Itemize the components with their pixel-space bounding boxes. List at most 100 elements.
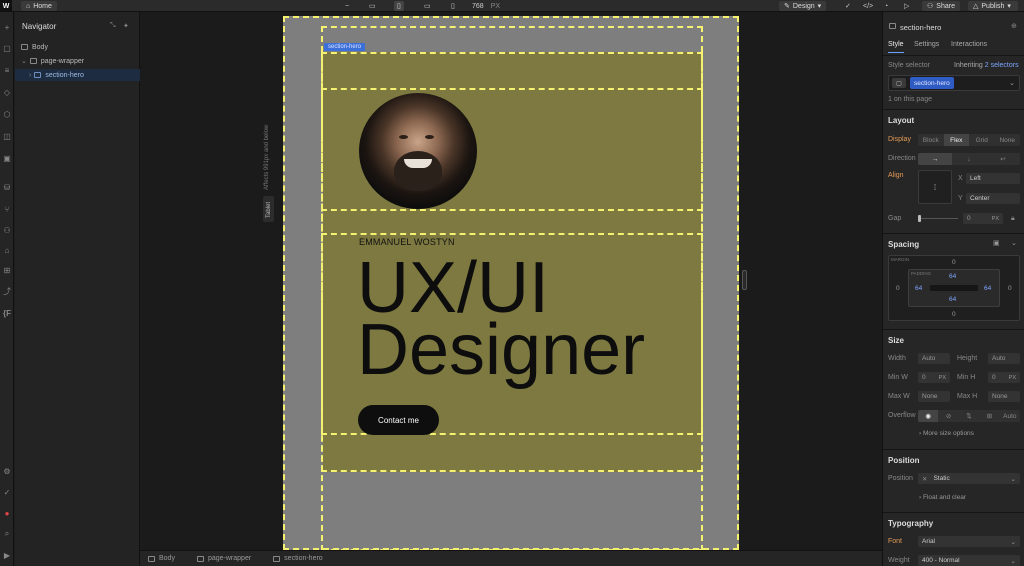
search-icon[interactable]: ⌕ — [2, 529, 12, 539]
gap-input[interactable]: 0 PX — [963, 213, 1003, 224]
display-option-grid[interactable]: Grid — [969, 134, 995, 146]
mobile-portrait-icon[interactable]: ▯ — [451, 0, 455, 12]
zoom-out-icon[interactable]: − — [345, 0, 349, 12]
padding-top-value[interactable]: 64 — [949, 273, 956, 280]
settings-gear-icon[interactable]: ⚙ — [2, 466, 12, 476]
lock-icon[interactable]: 🔒︎ — [1011, 215, 1015, 223]
overflow-clip-icon[interactable]: ⊞ — [979, 410, 999, 422]
direction-column-icon[interactable]: ↓ — [952, 153, 986, 165]
mobile-landscape-icon[interactable]: ▭ — [424, 0, 431, 12]
resize-handle[interactable] — [742, 270, 747, 290]
display-option-flex[interactable]: Flex — [943, 134, 969, 146]
margin-left-value[interactable]: 0 — [896, 285, 900, 292]
more-size-options[interactable]: › More size options — [919, 430, 974, 437]
overflow-auto-option[interactable]: Auto — [1000, 410, 1020, 422]
gap-slider-thumb[interactable] — [918, 215, 921, 222]
overflow-scroll-icon[interactable]: ⇅ — [959, 410, 979, 422]
layout-section-title[interactable]: Layout — [888, 116, 914, 125]
pages-icon[interactable]: ▢ — [2, 43, 12, 53]
direction-segmented[interactable]: → ↓ ↩ — [918, 153, 1020, 165]
height-input[interactable]: Auto — [988, 353, 1020, 364]
min-height-input[interactable]: 0 PX — [988, 372, 1020, 383]
overflow-segmented[interactable]: ◉ ⊘ ⇅ ⊞ Auto — [918, 410, 1020, 422]
gap-slider-track[interactable] — [918, 218, 958, 219]
desktop-breakpoint-icon[interactable]: ▭ — [369, 0, 376, 12]
align-grid[interactable]: ⁞ — [918, 170, 952, 204]
canvas-width-readout[interactable]: 768 PX — [472, 0, 500, 12]
audit-icon[interactable]: ✓ — [2, 487, 12, 497]
more-icon[interactable]: ⊕ — [1011, 22, 1017, 30]
spacing-section-title[interactable]: Spacing — [888, 240, 919, 249]
selector-field[interactable] — [888, 75, 1020, 91]
preview-play-icon[interactable]: ▷ — [904, 0, 909, 12]
max-width-input[interactable]: None — [918, 391, 950, 402]
check-icon[interactable]: ✓ — [845, 0, 851, 12]
fonts-icon[interactable]: {F — [2, 308, 12, 318]
tab-interactions[interactable]: Interactions — [951, 41, 987, 48]
variables-icon[interactable]: ⬡ — [2, 109, 12, 119]
styles-icon[interactable]: ◫ — [2, 131, 12, 141]
selector-chip[interactable]: section-hero — [910, 77, 954, 89]
publish-button[interactable]: △ Publish ▾ — [968, 1, 1018, 11]
contact-button[interactable]: Contact me — [358, 405, 439, 435]
code-icon[interactable]: </> — [863, 0, 873, 12]
position-section-title[interactable]: Position — [888, 456, 920, 465]
breadcrumb-item[interactable]: Body — [148, 555, 175, 562]
selector-state-icon[interactable]: ▢ — [892, 78, 906, 88]
overflow-hidden-icon[interactable]: ⊘ — [938, 410, 958, 422]
cms-icon[interactable]: ⛁ — [2, 182, 12, 192]
navigator-icon[interactable]: ≡ — [2, 65, 12, 75]
tab-settings[interactable]: Settings — [914, 41, 939, 48]
align-x-select[interactable]: Left — [966, 173, 1020, 184]
pin-icon[interactable]: ✦ — [123, 22, 129, 30]
record-icon[interactable]: ● — [2, 508, 12, 518]
home-button[interactable]: ⌂ Home — [21, 1, 57, 11]
typography-section-title[interactable]: Typography — [888, 519, 933, 528]
position-select[interactable]: ✕ Static ⌄ — [918, 473, 1020, 484]
breadcrumb-item[interactable]: section-hero — [273, 555, 323, 562]
weight-select[interactable]: 400 - Normal ⌄ — [918, 555, 1020, 566]
tab-style[interactable]: Style — [888, 41, 904, 48]
margin-top-value[interactable]: 0 — [952, 259, 956, 266]
direction-wrap-icon[interactable]: ↩ — [986, 153, 1020, 165]
size-section-title[interactable]: Size — [888, 336, 904, 345]
add-icon[interactable]: + — [2, 22, 12, 32]
max-height-input[interactable]: None — [988, 391, 1020, 402]
tablet-breakpoint-icon[interactable]: ▯ — [394, 1, 404, 11]
apps-icon[interactable]: ⊞ — [2, 265, 12, 275]
selected-element-tag[interactable]: section-hero — [324, 43, 366, 51]
users-icon[interactable]: ⚇ — [2, 225, 12, 235]
share-button[interactable]: ⚇ Share — [922, 1, 960, 11]
assets-icon[interactable]: ▣ — [2, 153, 12, 163]
ecommerce-icon[interactable]: ⌂ — [2, 245, 12, 255]
insights-icon[interactable]: ⤴ — [2, 286, 12, 296]
breadcrumb-item[interactable]: page-wrapper — [196, 555, 251, 562]
padding-right-value[interactable]: 64 — [984, 285, 991, 292]
direction-row-icon[interactable]: → — [918, 153, 952, 165]
comment-icon[interactable]: ◔ — [884, 0, 888, 12]
expand-icon[interactable]: ⤡ — [110, 22, 116, 30]
navigator-item-page-wrapper[interactable]: ⌄ page-wrapper — [15, 55, 140, 67]
float-and-clear[interactable]: › Float and clear — [919, 494, 966, 501]
video-icon[interactable]: ▶ — [2, 550, 12, 560]
margin-right-value[interactable]: 0 — [1008, 285, 1012, 292]
display-option-block[interactable]: Block — [918, 134, 944, 146]
inheriting-info[interactable]: Inheriting 2 selectors — [954, 62, 1019, 69]
navigator-item-body[interactable]: Body — [15, 41, 140, 53]
display-segmented[interactable]: Block Flex Grid None — [918, 134, 1020, 146]
align-y-select[interactable]: Center — [966, 193, 1020, 204]
min-width-input[interactable]: 0 PX — [918, 372, 950, 383]
chevron-down-icon[interactable]: ⌄ — [1009, 79, 1015, 87]
mode-dropdown[interactable]: ✎ Design ▾ — [779, 1, 827, 11]
width-input[interactable]: Auto — [918, 353, 950, 364]
chevron-down-icon[interactable]: ⌄ — [1011, 239, 1017, 247]
webflow-logo[interactable]: W — [0, 0, 12, 12]
navigator-item-section-hero[interactable]: › section-hero — [15, 69, 140, 81]
font-select[interactable]: Arial ⌄ — [918, 536, 1020, 547]
overflow-visible-icon[interactable]: ◉ — [918, 410, 939, 422]
spacing-presets-icon[interactable]: ▣ — [993, 239, 1000, 247]
display-option-none[interactable]: None — [995, 134, 1021, 146]
margin-bottom-value[interactable]: 0 — [952, 311, 956, 318]
padding-left-value[interactable]: 64 — [915, 285, 922, 292]
components-icon[interactable]: ◇ — [2, 87, 12, 97]
